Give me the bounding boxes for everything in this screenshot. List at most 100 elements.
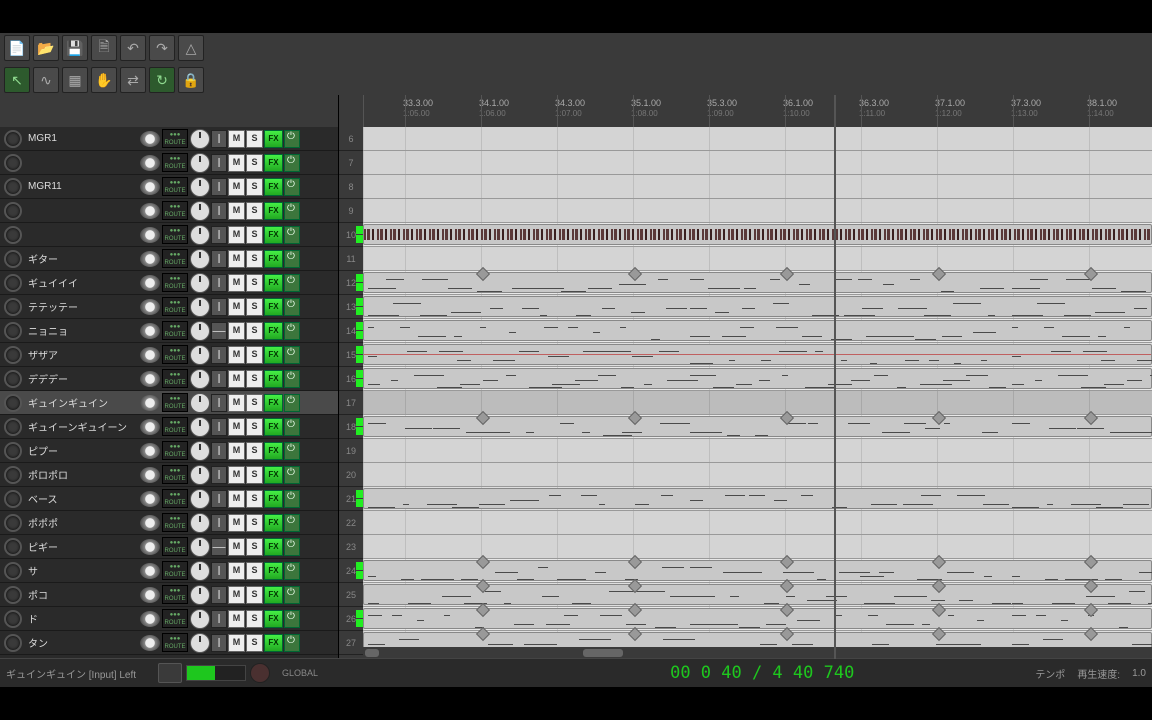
track-name[interactable]: MGR1 [26, 133, 140, 144]
fx-bypass-button[interactable] [284, 154, 300, 172]
fx-bypass-button[interactable] [284, 298, 300, 316]
envelope-knob[interactable] [190, 609, 210, 629]
mute-button[interactable]: M [228, 298, 245, 316]
solo-button[interactable]: S [246, 562, 263, 580]
phase-button[interactable]: I [211, 274, 227, 292]
fx-button[interactable]: FX [264, 490, 283, 508]
track-number[interactable]: 9 [339, 199, 363, 223]
track-lane[interactable] [363, 439, 1152, 463]
track-header[interactable]: ド●●● ROUTEIMSFX [0, 607, 338, 631]
record-arm-button[interactable] [4, 538, 22, 556]
lock-icon[interactable]: 🔒 [178, 67, 204, 93]
record-arm-button[interactable] [4, 418, 22, 436]
track-header[interactable]: ニョニョ●●● ROUTE—MSFX [0, 319, 338, 343]
solo-button[interactable]: S [246, 298, 263, 316]
phase-button[interactable]: I [211, 298, 227, 316]
route-button[interactable]: ●●● ROUTE [162, 273, 188, 292]
mute-button[interactable]: M [228, 346, 245, 364]
envelope-knob[interactable] [190, 489, 210, 509]
env-tool-icon[interactable]: ∿ [33, 67, 59, 93]
envelope-knob[interactable] [190, 345, 210, 365]
fx-bypass-button[interactable] [284, 226, 300, 244]
new-project-icon[interactable]: 📄 [4, 35, 30, 61]
phase-button[interactable]: I [211, 250, 227, 268]
track-lane[interactable] [363, 487, 1152, 511]
track-name[interactable]: ベース [26, 491, 140, 506]
mute-button[interactable]: M [228, 490, 245, 508]
route-button[interactable]: ●●● ROUTE [162, 393, 188, 412]
track-header[interactable]: ギュイーンギュイーン●●● ROUTEIMSFX [0, 415, 338, 439]
track-header[interactable]: ギター●●● ROUTEIMSFX [0, 247, 338, 271]
track-header[interactable]: タン●●● ROUTEIMSFX [0, 631, 338, 655]
envelope-knob[interactable] [190, 585, 210, 605]
mute-button[interactable]: M [228, 586, 245, 604]
mute-button[interactable]: M [228, 178, 245, 196]
fx-button[interactable]: FX [264, 130, 283, 148]
record-arm-button[interactable] [4, 130, 22, 148]
track-header[interactable]: ポポポ●●● ROUTEIMSFX [0, 511, 338, 535]
route-button[interactable]: ●●● ROUTE [162, 633, 188, 652]
fx-button[interactable]: FX [264, 322, 283, 340]
record-arm-button[interactable] [4, 298, 22, 316]
track-number[interactable]: 23 [339, 535, 363, 559]
track-header[interactable]: サ●●● ROUTEIMSFX [0, 559, 338, 583]
solo-button[interactable]: S [246, 634, 263, 652]
track-name[interactable]: ザザア [26, 347, 140, 362]
track-number[interactable]: 24 [339, 559, 363, 583]
envelope-knob[interactable] [190, 177, 210, 197]
solo-button[interactable]: S [246, 370, 263, 388]
solo-button[interactable]: S [246, 394, 263, 412]
track-name[interactable]: ギュイイイ [26, 275, 140, 290]
mute-button[interactable]: M [228, 514, 245, 532]
solo-button[interactable]: S [246, 178, 263, 196]
track-lane[interactable] [363, 127, 1152, 151]
fx-button[interactable]: FX [264, 178, 283, 196]
track-header[interactable]: ●●● ROUTEIMSFX [0, 199, 338, 223]
track-name[interactable]: ピギー [26, 539, 140, 554]
fx-bypass-button[interactable] [284, 490, 300, 508]
envelope-knob[interactable] [190, 129, 210, 149]
volume-knob[interactable] [140, 347, 160, 363]
solo-button[interactable]: S [246, 490, 263, 508]
doc-icon[interactable]: 🗎 [91, 35, 117, 61]
track-number[interactable]: 8 [339, 175, 363, 199]
volume-knob[interactable] [140, 251, 160, 267]
track-number[interactable]: 6 [339, 127, 363, 151]
track-header[interactable]: ギュインギュイン●●● ROUTEIMSFX [0, 391, 338, 415]
volume-knob[interactable] [140, 539, 160, 555]
track-lane[interactable] [363, 223, 1152, 247]
track-header[interactable]: ポロポロ●●● ROUTEIMSFX [0, 463, 338, 487]
fx-bypass-button[interactable] [284, 394, 300, 412]
route-button[interactable]: ●●● ROUTE [162, 561, 188, 580]
fx-button[interactable]: FX [264, 538, 283, 556]
redo-icon[interactable]: ↷ [149, 35, 175, 61]
record-arm-button[interactable] [4, 394, 22, 412]
track-number[interactable]: 10 [339, 223, 363, 247]
solo-button[interactable]: S [246, 586, 263, 604]
progress-bar[interactable] [186, 665, 246, 681]
phase-button[interactable]: I [211, 346, 227, 364]
phase-button[interactable]: I [211, 634, 227, 652]
track-lane[interactable] [363, 511, 1152, 535]
volume-knob[interactable] [140, 155, 160, 171]
route-button[interactable]: ●●● ROUTE [162, 249, 188, 268]
mute-button[interactable]: M [228, 250, 245, 268]
phase-button[interactable]: I [211, 226, 227, 244]
envelope-knob[interactable] [190, 249, 210, 269]
envelope-knob[interactable] [190, 297, 210, 317]
fx-bypass-button[interactable] [284, 514, 300, 532]
fx-bypass-button[interactable] [284, 418, 300, 436]
record-arm-button[interactable] [4, 274, 22, 292]
track-number[interactable]: 20 [339, 463, 363, 487]
envelope-knob[interactable] [190, 513, 210, 533]
track-name[interactable]: サ [26, 563, 140, 578]
volume-knob[interactable] [140, 443, 160, 459]
volume-knob[interactable] [140, 275, 160, 291]
fx-bypass-button[interactable] [284, 562, 300, 580]
phase-button[interactable]: I [211, 418, 227, 436]
route-button[interactable]: ●●● ROUTE [162, 609, 188, 628]
record-arm-button[interactable] [4, 250, 22, 268]
route-button[interactable]: ●●● ROUTE [162, 441, 188, 460]
volume-knob[interactable] [140, 515, 160, 531]
fx-bypass-button[interactable] [284, 274, 300, 292]
